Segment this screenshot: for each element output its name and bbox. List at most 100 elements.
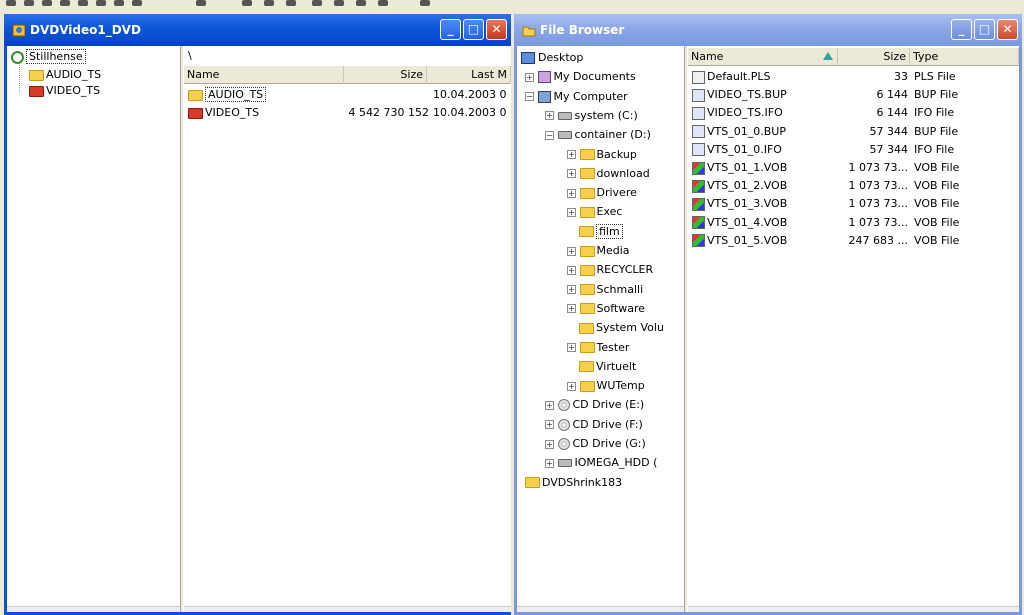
column-size[interactable]: Size (344, 66, 427, 84)
tree-item[interactable]: + CD Drive (G:) (545, 435, 646, 453)
tree-item[interactable]: DVDShrink183 (525, 474, 622, 492)
close-icon: ✕ (491, 22, 502, 36)
file-row[interactable]: VTS_01_4.VOB 1 073 73... VOB File (688, 214, 1019, 232)
title-bar[interactable]: File Browser _ □ ✕ (514, 14, 1022, 46)
save-icon[interactable] (42, 0, 52, 6)
globe-icon[interactable] (312, 0, 322, 6)
close-button[interactable]: ✕ (997, 19, 1018, 40)
expand-toggle-icon[interactable]: + (525, 72, 534, 82)
tree-item[interactable]: + Drivere (567, 184, 637, 202)
expand-toggle-icon[interactable]: + (567, 150, 576, 159)
tree-item[interactable]: + Exec (567, 203, 622, 221)
folder-icon (579, 380, 595, 392)
tree-item[interactable]: + RECYCLER (567, 261, 653, 279)
expand-toggle-icon[interactable]: + (567, 246, 576, 256)
horizontal-scrollbar[interactable] (688, 606, 1019, 612)
tree-item[interactable]: + CD Drive (E:) (545, 396, 644, 414)
tree-item[interactable]: Virtuelt (567, 358, 636, 376)
down-arrow-icon[interactable] (378, 0, 388, 6)
maximize-button[interactable]: □ (974, 19, 995, 40)
file-row[interactable]: AUDIO_TS 10.04.2003 0 (184, 86, 511, 104)
expand-toggle-icon[interactable]: + (545, 420, 554, 430)
close-button[interactable]: ✕ (486, 19, 507, 40)
expand-toggle-icon[interactable]: + (567, 207, 576, 217)
drive-icon (557, 111, 572, 120)
tree-item[interactable]: + Backup (567, 146, 637, 164)
horizontal-scrollbar[interactable] (517, 606, 684, 612)
file-date: 10.04.2003 0 (433, 106, 507, 119)
tree-item[interactable]: + Media (567, 242, 630, 260)
open-icon[interactable] (24, 0, 34, 6)
minimize-button[interactable]: _ (951, 19, 972, 40)
pane-splitter[interactable] (180, 46, 183, 612)
expand-toggle-icon[interactable]: + (545, 111, 554, 121)
tree-item[interactable]: − container (D:) (545, 126, 651, 144)
properties-icon[interactable] (132, 0, 142, 6)
expand-toggle-icon[interactable]: + (545, 439, 554, 449)
tree-item[interactable]: + IOMEGA_HDD ( (545, 454, 657, 472)
expand-toggle-icon[interactable]: + (567, 343, 576, 352)
file-row[interactable]: VTS_01_0.IFO 57 344 IFO File (688, 141, 1019, 159)
expand-toggle-icon[interactable]: + (567, 285, 576, 295)
expand-toggle-icon[interactable]: + (567, 381, 576, 391)
column-name[interactable]: Name (184, 66, 344, 84)
paste-icon[interactable] (96, 0, 106, 6)
view-icon[interactable] (286, 0, 296, 6)
tree-item[interactable]: + system (C:) (545, 107, 638, 125)
expand-toggle-icon[interactable]: + (567, 304, 576, 314)
info-icon[interactable] (334, 0, 344, 6)
cut-icon[interactable] (60, 0, 70, 6)
expand-toggle-icon[interactable]: + (567, 188, 576, 198)
settings-icon[interactable] (420, 0, 430, 6)
file-type: VOB File (914, 215, 960, 229)
burn-icon[interactable] (196, 0, 206, 6)
pane-splitter[interactable] (684, 46, 687, 612)
column-last-modified[interactable]: Last M (427, 66, 511, 84)
column-type[interactable]: Type (910, 48, 1019, 66)
tree-item[interactable]: − My Computer (525, 88, 628, 106)
file-row[interactable]: VIDEO_TS 4 542 730 152 10.04.2003 0 (184, 104, 511, 122)
help-icon[interactable] (356, 0, 366, 6)
tree-item[interactable]: Desktop (521, 49, 583, 67)
file-row[interactable]: VIDEO_TS.IFO 6 144 IFO File (688, 104, 1019, 122)
tree-item[interactable]: + download (567, 165, 650, 183)
tree-item-video-ts[interactable]: VIDEO_TS (29, 82, 100, 100)
file-row[interactable]: VTS_01_5.VOB 247 683 ... VOB File (688, 232, 1019, 250)
horizontal-scrollbar[interactable] (7, 606, 180, 612)
copy-icon[interactable] (78, 0, 88, 6)
tree-item[interactable]: film (567, 223, 623, 241)
tree-item-disc[interactable]: Stillhense (11, 48, 86, 66)
minimize-button[interactable]: _ (440, 19, 461, 40)
delete-icon[interactable] (114, 0, 124, 6)
tree-item[interactable]: + My Documents (525, 68, 636, 86)
expand-toggle-icon[interactable]: + (545, 400, 554, 410)
tree-item[interactable]: + Schmalli (567, 281, 643, 299)
refresh-icon[interactable] (264, 0, 274, 6)
disc-icon[interactable] (242, 0, 252, 6)
column-name[interactable]: Name (688, 48, 838, 66)
tree-item[interactable]: System Volu (567, 319, 664, 337)
file-row[interactable]: VTS_01_2.VOB 1 073 73... VOB File (688, 177, 1019, 195)
expand-toggle-icon[interactable]: − (545, 130, 554, 140)
title-bar[interactable]: DVDVideo1_DVD _ □ ✕ (4, 14, 511, 46)
new-icon[interactable] (6, 0, 16, 6)
expand-toggle-icon[interactable]: + (545, 458, 554, 468)
tree-item[interactable]: + CD Drive (F:) (545, 416, 643, 434)
horizontal-scrollbar[interactable] (184, 606, 511, 612)
tree-item[interactable]: + Software (567, 300, 645, 318)
expand-toggle-icon[interactable]: − (525, 92, 534, 102)
expand-toggle-icon[interactable]: + (567, 169, 576, 179)
maximize-button[interactable]: □ (463, 19, 484, 40)
column-size[interactable]: Size (838, 48, 910, 66)
tree-item-label: Desktop (538, 51, 584, 64)
tree-item[interactable]: + WUTemp (567, 377, 645, 395)
tree-item[interactable]: + Tester (567, 339, 629, 357)
expand-toggle-icon[interactable]: + (567, 265, 576, 275)
file-row[interactable]: VTS_01_1.VOB 1 073 73... VOB File (688, 159, 1019, 177)
file-row[interactable]: VIDEO_TS.BUP 6 144 BUP File (688, 86, 1019, 104)
file-row[interactable]: VTS_01_3.VOB 1 073 73... VOB File (688, 195, 1019, 213)
tree-item-label: CD Drive (F:) (572, 417, 643, 431)
column-header: Name Size Last M (184, 66, 511, 84)
file-row[interactable]: Default.PLS 33 PLS File (688, 68, 1019, 86)
file-row[interactable]: VTS_01_0.BUP 57 344 BUP File (688, 123, 1019, 141)
